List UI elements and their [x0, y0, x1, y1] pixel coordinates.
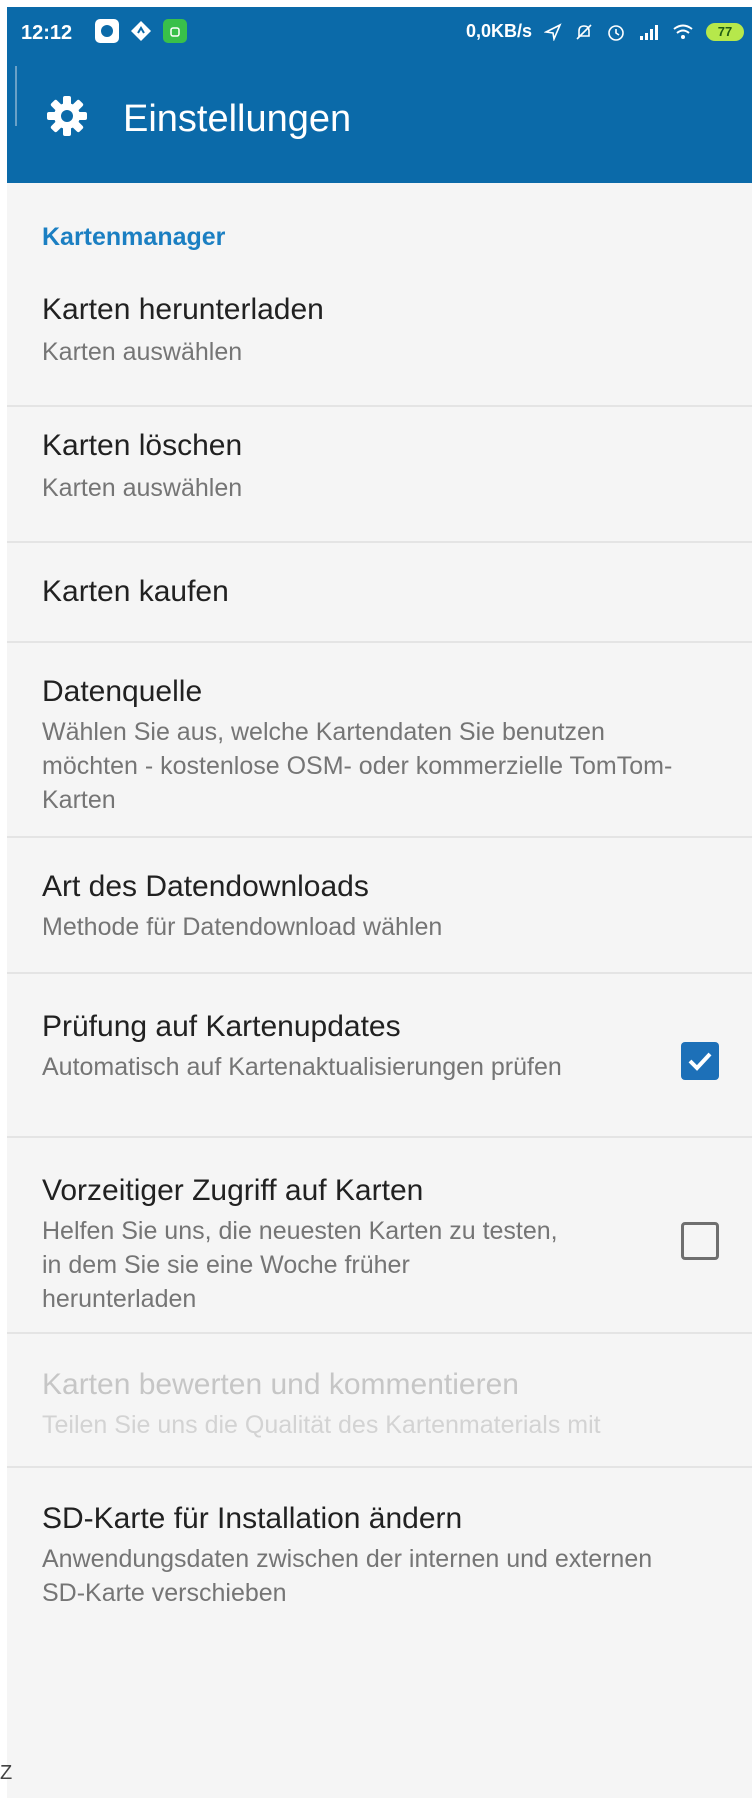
- corner-mark: Z: [0, 1762, 13, 1784]
- pref-early-access[interactable]: Vorzeitiger Zugriff auf Karten Helfen Si…: [7, 1138, 752, 1334]
- checkmark-icon: [688, 1052, 712, 1071]
- network-speed: 0,0KB/s: [465, 21, 532, 41]
- pref-data-source[interactable]: Datenquelle Wählen Sie aus, welche Karte…: [7, 643, 752, 838]
- wifi-icon: [673, 24, 693, 39]
- android-notification-icon: [163, 19, 187, 43]
- status-bar: 12:12 0,0KB/s 77: [7, 7, 752, 60]
- early-access-checkbox[interactable]: [681, 1222, 719, 1260]
- pref-summary: Automatisch auf Kartenaktualisierungen p…: [42, 1053, 562, 1081]
- signal-icon: [640, 24, 658, 40]
- preference-list: Kartenmanager Karten herunterladen Karte…: [7, 183, 752, 1648]
- pref-rate-maps: Karten bewerten und kommentieren Teilen …: [7, 1334, 752, 1468]
- pref-download-method[interactable]: Art des Datendownloads Methode für Daten…: [7, 838, 752, 974]
- category-label: Kartenmanager: [42, 223, 226, 251]
- pref-title: Karten löschen: [42, 429, 243, 462]
- pref-check-updates[interactable]: Prüfung auf Kartenupdates Automatisch au…: [7, 974, 752, 1138]
- app-notification-icon: [95, 19, 119, 43]
- pref-summary: Methode für Datendownload wählen: [42, 913, 443, 941]
- page-title: Einstellungen: [123, 98, 352, 140]
- pref-title: Datenquelle: [42, 675, 203, 708]
- pref-summary: Teilen Sie uns die Qualität des Kartenma…: [42, 1411, 601, 1439]
- pref-summary: Helfen Sie uns, die neuesten Karten zu t…: [42, 1217, 558, 1313]
- pref-title: Vorzeitiger Zugriff auf Karten: [42, 1174, 424, 1207]
- notification-icons: [95, 19, 187, 43]
- location-icon: [544, 22, 562, 41]
- status-indicators: 0,0KB/s 77: [466, 21, 744, 42]
- pref-buy-maps[interactable]: Karten kaufen: [7, 543, 752, 643]
- pref-delete-maps[interactable]: Karten löschen Karten auswählen: [7, 407, 752, 543]
- alarm-icon: [608, 24, 624, 41]
- check-updates-checkbox[interactable]: [681, 1042, 719, 1080]
- battery-indicator: 77: [706, 22, 744, 41]
- pref-summary: Wählen Sie aus, welche Kartendaten Sie b…: [42, 718, 673, 814]
- settings-gear-icon: [47, 96, 87, 136]
- app-bar: Einstellungen: [7, 60, 752, 183]
- pref-title: Karten herunterladen: [42, 293, 324, 326]
- pref-summary: Anwendungsdaten zwischen der internen un…: [42, 1545, 653, 1607]
- pref-summary: Karten auswählen: [42, 338, 243, 366]
- pref-title: SD-Karte für Installation ändern: [42, 1502, 463, 1535]
- mute-icon: [576, 23, 592, 40]
- category-header: Kartenmanager: [7, 183, 752, 271]
- pref-title: Karten bewerten und kommentieren: [42, 1368, 519, 1401]
- navigation-notification-icon: [129, 19, 153, 43]
- pref-summary: Karten auswählen: [42, 474, 243, 502]
- pref-title: Prüfung auf Kartenupdates: [42, 1010, 401, 1043]
- pref-title: Karten kaufen: [42, 575, 229, 608]
- pref-sd-card[interactable]: SD-Karte für Installation ändern Anwendu…: [7, 1468, 752, 1648]
- status-time: 12:12: [21, 22, 73, 44]
- settings-screen: 12:12 0,0KB/s 77 Einstellungen Kartenman…: [7, 7, 752, 1798]
- pref-download-maps[interactable]: Karten herunterladen Karten auswählen: [7, 271, 752, 407]
- app-bar-edge: [15, 66, 17, 126]
- pref-title: Art des Datendownloads: [42, 870, 369, 903]
